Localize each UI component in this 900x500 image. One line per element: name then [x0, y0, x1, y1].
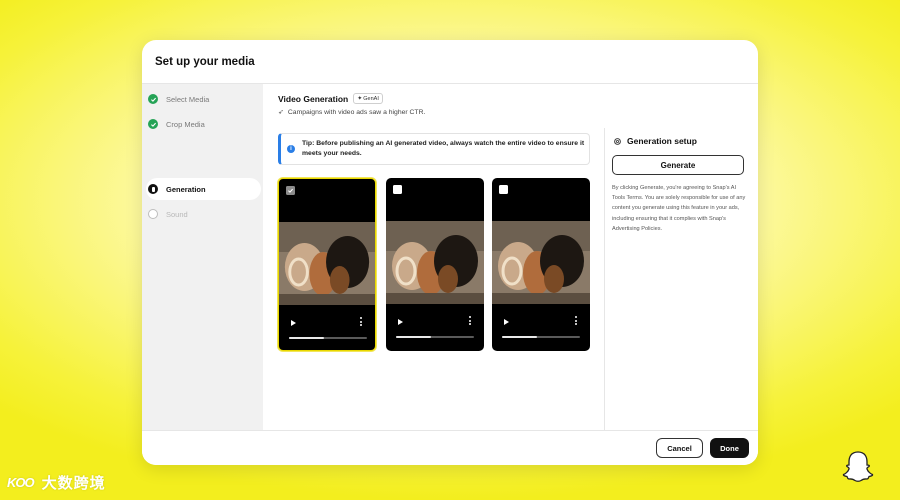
divider [604, 128, 605, 430]
video-option-1[interactable] [278, 178, 376, 351]
video-progress[interactable] [502, 336, 580, 338]
video-thumbnail [279, 222, 375, 305]
video-option-3[interactable] [492, 178, 590, 351]
tip-text: Tip: Before publishing an AI generated v… [302, 140, 585, 157]
play-icon[interactable] [504, 319, 509, 325]
step-crop-media[interactable]: Crop Media [146, 113, 261, 135]
video-checkbox[interactable] [286, 186, 295, 195]
video-checkbox[interactable] [499, 185, 508, 194]
video-option-2[interactable] [386, 178, 484, 351]
generation-setup-header: Generation setup [613, 136, 697, 146]
modal-footer: Cancel Done [142, 430, 758, 465]
generate-button[interactable]: Generate [612, 155, 744, 175]
genai-badge-label: GenAI [363, 95, 379, 102]
play-icon[interactable] [398, 319, 403, 325]
section-title: Video Generation [278, 93, 349, 104]
steps-sidebar: Select Media Crop Media Generation Sound [142, 84, 263, 430]
setup-media-modal: Set up your media Select Media Crop Medi… [142, 40, 758, 465]
video-thumbnail [386, 221, 484, 304]
snapchat-ghost-icon [842, 451, 874, 482]
play-icon[interactable] [291, 320, 296, 326]
done-button[interactable]: Done [710, 438, 749, 458]
rocket-icon: ➶ [278, 109, 284, 116]
video-checkbox[interactable] [393, 185, 402, 194]
watermark: KOO 大数跨境 [7, 472, 106, 493]
video-progress[interactable] [289, 337, 367, 339]
genai-badge: ✦ GenAI [353, 93, 383, 104]
pending-step-icon [148, 209, 158, 219]
content-header: Video Generation ✦ GenAI ➶ Campaigns wit… [278, 93, 425, 116]
section-subtitle: Campaigns with video ads saw a higher CT… [287, 108, 426, 116]
more-options-icon[interactable] [575, 316, 578, 325]
current-step-icon [148, 184, 158, 194]
check-icon [148, 119, 158, 129]
step-generation[interactable]: Generation [146, 178, 261, 200]
cancel-button[interactable]: Cancel [656, 438, 703, 458]
generation-setup-title: Generation setup [627, 136, 697, 146]
modal-header: Set up your media [142, 40, 758, 84]
terms-disclaimer: By clicking Generate, you're agreeing to… [612, 185, 746, 232]
modal-title: Set up your media [155, 55, 255, 68]
video-progress-fill [502, 336, 538, 338]
gear-icon [614, 137, 621, 145]
video-thumbnail [492, 221, 590, 304]
info-icon: i [287, 145, 295, 153]
video-progress-fill [396, 336, 432, 338]
watermark-text: 大数跨境 [41, 475, 106, 492]
tip-banner: i Tip: Before publishing an AI generated… [278, 133, 590, 165]
step-label: Sound [166, 209, 188, 219]
sparkle-icon: ✦ [357, 96, 363, 102]
step-sound[interactable]: Sound [146, 203, 261, 225]
check-icon [148, 94, 158, 104]
step-select-media[interactable]: Select Media [146, 88, 261, 110]
step-label: Select Media [166, 94, 210, 104]
video-progress[interactable] [396, 336, 474, 338]
video-progress-fill [289, 337, 325, 339]
watermark-logo: KOO [7, 475, 35, 490]
more-options-icon[interactable] [469, 316, 472, 325]
step-label: Generation [166, 184, 206, 194]
more-options-icon[interactable] [360, 317, 363, 326]
step-label: Crop Media [166, 119, 205, 129]
